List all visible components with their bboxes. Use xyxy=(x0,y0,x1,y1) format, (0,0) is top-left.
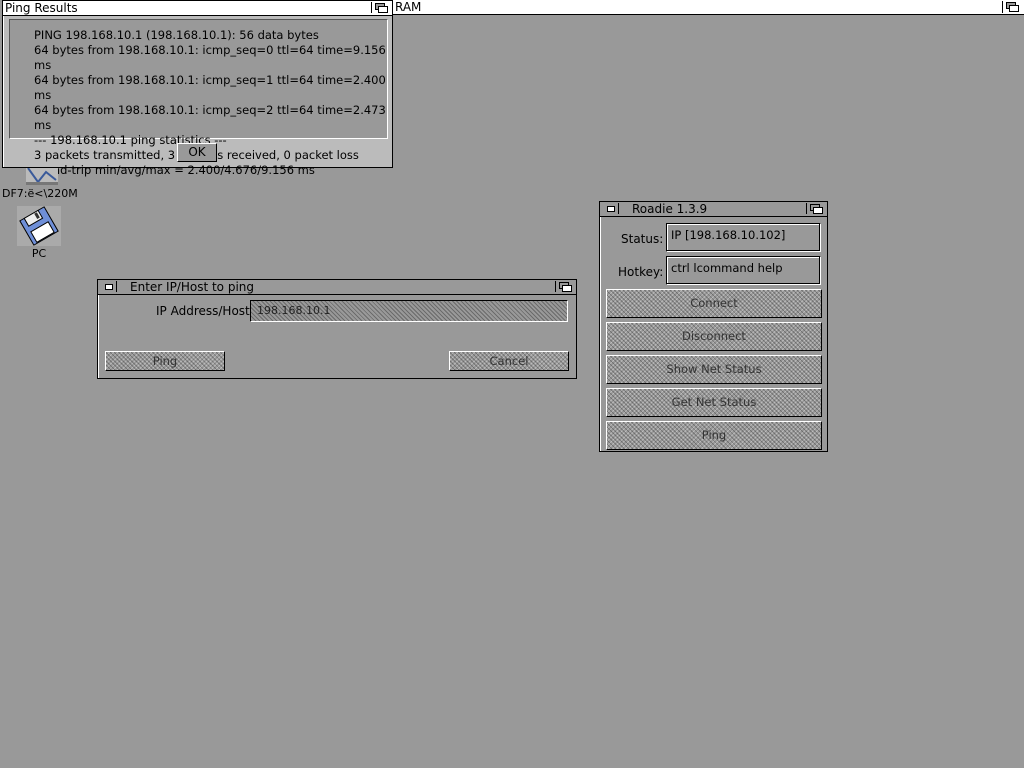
close-icon[interactable] xyxy=(602,203,619,214)
screen-depth-icon[interactable] xyxy=(1002,1,1021,13)
roadie-title-bar[interactable]: Roadie 1.3.9 xyxy=(600,202,827,217)
pc-icon-label: PC xyxy=(31,247,47,260)
ping-output-line: PING 198.168.10.1 (198.168.10.1): 56 dat… xyxy=(34,28,319,42)
ping-results-title: Ping Results xyxy=(5,1,78,15)
ping-results-title-bar[interactable]: Ping Results xyxy=(3,1,392,16)
get-net-status-button[interactable]: Get Net Status xyxy=(606,388,822,417)
ping-button[interactable]: Ping xyxy=(105,351,225,371)
connect-button[interactable]: Connect xyxy=(606,289,822,318)
enter-ip-title-bar[interactable]: Enter IP/Host to ping xyxy=(98,280,576,295)
ok-button[interactable]: OK xyxy=(177,143,217,162)
roadie-window: Roadie 1.3.9 Status: IP [198.168.10.102]… xyxy=(599,201,828,452)
disk-icon[interactable] xyxy=(20,167,64,186)
ping-output-line: 64 bytes from 198.168.10.1: icmp_seq=2 t… xyxy=(34,103,386,132)
ping-output-line: 64 bytes from 198.168.10.1: icmp_seq=0 t… xyxy=(34,43,386,72)
roadie-depth-icon[interactable] xyxy=(806,203,825,214)
enter-ip-window: Enter IP/Host to ping IP Address/Host 19… xyxy=(97,279,577,379)
ping-output-text: PING 198.168.10.1 (198.168.10.1): 56 dat… xyxy=(9,19,388,177)
ping-output-line: round-trip min/avg/max = 2.400/4.676/9.1… xyxy=(34,163,315,177)
ping-results-window: Ping Results PING 198.168.10.1 (198.168.… xyxy=(2,0,393,177)
roadie-title: Roadie 1.3.9 xyxy=(632,202,708,216)
enter-ip-title: Enter IP/Host to ping xyxy=(130,280,255,294)
screen-title-bar[interactable]: RAM xyxy=(393,0,1024,15)
disconnect-button[interactable]: Disconnect xyxy=(606,322,822,351)
enter-ip-depth-icon[interactable] xyxy=(555,281,574,292)
cancel-button[interactable]: Cancel xyxy=(449,351,569,371)
hotkey-label: Hotkey: xyxy=(618,265,664,279)
status-label: Status: xyxy=(621,232,664,246)
ping-output-line: 64 bytes from 198.168.10.1: icmp_seq=1 t… xyxy=(34,73,386,102)
ping-results-depth-icon[interactable] xyxy=(371,2,390,13)
hotkey-field[interactable]: ctrl lcommand help xyxy=(666,256,821,285)
disk-icon-label: DF7:ë<\220M xyxy=(2,187,78,200)
screen-title: RAM xyxy=(395,0,422,14)
close-icon[interactable] xyxy=(100,281,117,292)
show-net-status-button[interactable]: Show Net Status xyxy=(606,355,822,384)
ip-address-input[interactable]: 198.168.10.1 xyxy=(250,300,568,322)
ip-address-label: IP Address/Host xyxy=(156,304,250,318)
status-field: IP [198.168.10.102] xyxy=(666,223,821,252)
ping-button[interactable]: Ping xyxy=(606,421,822,450)
floppy-disk-icon[interactable] xyxy=(17,206,61,246)
